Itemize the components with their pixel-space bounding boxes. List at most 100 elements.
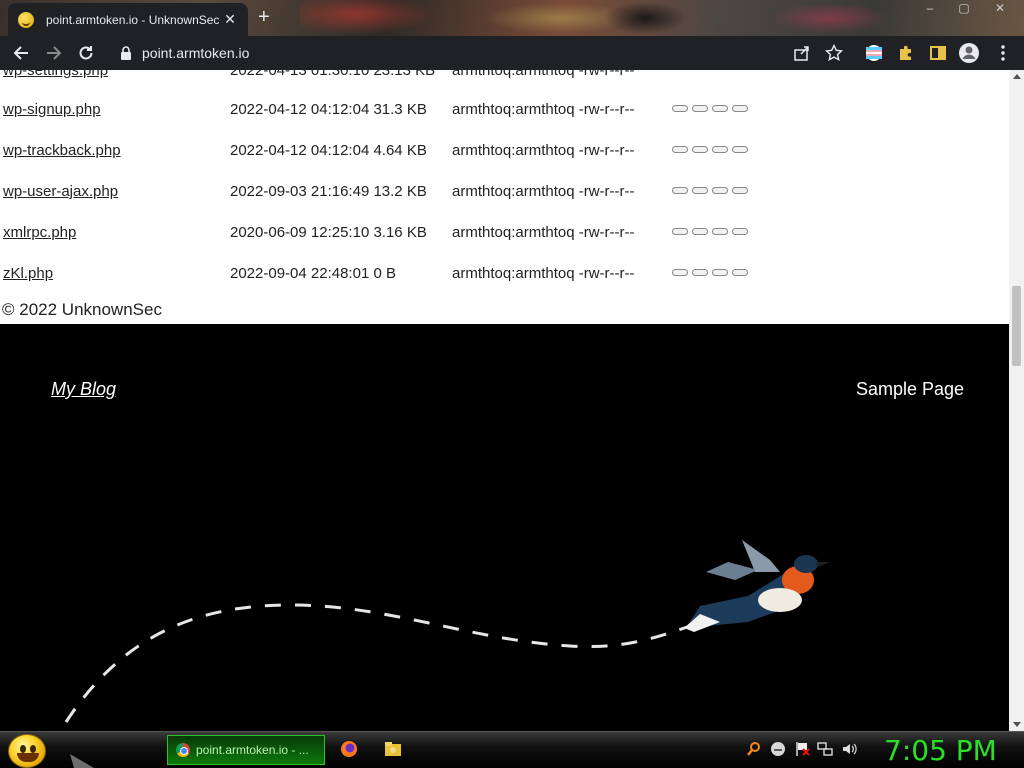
profile-button[interactable] (957, 41, 981, 65)
search-icon[interactable] (746, 741, 762, 757)
scroll-up-arrow-icon[interactable] (1013, 74, 1021, 79)
url-text[interactable]: point.armtoken.io (142, 45, 249, 61)
file-date-size: 2022-09-03 21:16:49 13.2 KB (230, 183, 427, 200)
file-name-link[interactable]: wp-settings.php (3, 70, 108, 79)
file-action-buttons (672, 146, 748, 153)
flag-extension-icon (866, 45, 882, 61)
file-name-link[interactable]: xmlrpc.php (3, 224, 76, 241)
tab-close-icon[interactable]: ✕ (222, 11, 238, 28)
theme-paint-splash (600, 0, 690, 36)
browser-toolbar: point.armtoken.io (0, 36, 1024, 70)
file-action-buttons (672, 105, 748, 112)
action-button[interactable] (712, 228, 728, 235)
file-owner-perms: armthtoq:armthtoq -rw-r--r-- (452, 265, 635, 282)
action-button[interactable] (732, 269, 748, 276)
file-owner-perms: armthtoq:armthtoq -rw-r--r-- (452, 183, 635, 200)
browser-menu-button[interactable] (991, 41, 1015, 65)
back-arrow-icon (13, 46, 28, 60)
new-tab-button[interactable]: + (258, 6, 270, 28)
file-listing: wp-settings.php 2022-04-13 01:30:10 23.1… (0, 70, 1009, 324)
action-button[interactable] (732, 228, 748, 235)
file-date-size: 2022-04-12 04:12:04 31.3 KB (230, 101, 427, 118)
side-panel-button[interactable] (926, 41, 950, 65)
reload-button[interactable] (74, 41, 98, 65)
file-row: xmlrpc.php 2020-06-09 12:25:10 3.16 KB a… (0, 224, 1009, 246)
action-button[interactable] (672, 269, 688, 276)
file-name-link[interactable]: wp-user-ajax.php (3, 183, 118, 200)
file-action-buttons (672, 228, 748, 235)
file-row: zKl.php 2022-09-04 22:48:01 0 B armthtoq… (0, 265, 1009, 287)
taskbar-window-label: point.armtoken.io - ... (196, 743, 309, 757)
taskbar-chrome-window[interactable]: point.armtoken.io - ... (167, 735, 325, 765)
back-button[interactable] (9, 41, 33, 65)
browser-tab-active[interactable]: point.armtoken.io - UnknownSec ✕ (8, 3, 248, 36)
address-bar[interactable]: point.armtoken.io (108, 39, 858, 67)
action-button[interactable] (692, 228, 708, 235)
file-owner-perms: armthtoq:armthtoq -rw-r--r-- (452, 70, 635, 79)
copyright-text: © 2022 UnknownSec (2, 300, 162, 319)
lock-icon[interactable] (120, 46, 132, 60)
file-date-size: 2020-06-09 12:25:10 3.16 KB (230, 224, 427, 241)
action-button[interactable] (692, 146, 708, 153)
chrome-icon (176, 743, 190, 757)
share-icon (794, 46, 809, 61)
cursor-arrow-icon (70, 754, 94, 768)
messenger-smiley-icon[interactable] (770, 741, 786, 757)
action-button[interactable] (712, 105, 728, 112)
nav-link-sample-page[interactable]: Sample Page (856, 379, 964, 400)
scrollbar-thumb[interactable] (1012, 286, 1021, 366)
action-button[interactable] (732, 146, 748, 153)
action-button[interactable] (692, 187, 708, 194)
reload-icon (79, 46, 93, 60)
file-name-link[interactable]: zKl.php (3, 265, 53, 282)
smiley-mouth (17, 753, 39, 762)
theme-paint-splash (760, 0, 900, 36)
file-name-link[interactable]: wp-trackback.php (3, 142, 121, 159)
file-owner-perms: armthtoq:armthtoq -rw-r--r-- (452, 224, 635, 241)
action-button[interactable] (732, 187, 748, 194)
file-explorer-icon[interactable] (384, 740, 402, 758)
bird-flight-illustration (64, 540, 830, 723)
volume-icon[interactable] (841, 741, 857, 757)
puzzle-icon (900, 45, 911, 60)
action-button[interactable] (672, 228, 688, 235)
action-button[interactable] (692, 105, 708, 112)
action-button[interactable] (732, 105, 748, 112)
file-owner-perms: armthtoq:armthtoq -rw-r--r-- (452, 101, 635, 118)
side-panel-icon (930, 46, 946, 60)
start-button-smiley-icon[interactable] (8, 734, 46, 768)
file-owner-perms: armthtoq:armthtoq -rw-r--r-- (452, 142, 635, 159)
page-viewport: wp-settings.php 2022-04-13 01:30:10 23.1… (0, 70, 1009, 731)
share-button[interactable] (790, 41, 814, 65)
action-button[interactable] (712, 146, 728, 153)
forward-button[interactable] (42, 41, 66, 65)
action-button[interactable] (712, 187, 728, 194)
page-scrollbar[interactable] (1009, 70, 1024, 731)
file-name-link[interactable]: wp-signup.php (3, 101, 101, 118)
extensions-button[interactable] (894, 41, 918, 65)
file-action-buttons (672, 269, 748, 276)
star-icon (825, 44, 843, 62)
action-button[interactable] (672, 105, 688, 112)
kebab-menu-icon (1001, 45, 1005, 61)
firefox-icon[interactable] (340, 740, 358, 758)
window-close-button[interactable]: ✕ (980, 0, 1020, 18)
theme-paint-splash (300, 0, 440, 36)
action-center-flag-icon[interactable] (794, 741, 810, 757)
action-button[interactable] (672, 146, 688, 153)
extension-flag-button[interactable] (862, 41, 886, 65)
action-button[interactable] (672, 187, 688, 194)
maximize-button[interactable]: ▢ (944, 0, 984, 18)
action-button[interactable] (712, 269, 728, 276)
scroll-down-arrow-icon[interactable] (1013, 722, 1021, 727)
bookmark-star-button[interactable] (822, 41, 846, 65)
nav-link-my-blog[interactable]: My Blog (51, 379, 116, 400)
tab-strip: point.armtoken.io - UnknownSec ✕ + – ▢ ✕ (0, 0, 1024, 36)
action-button[interactable] (692, 269, 708, 276)
forward-arrow-icon (47, 46, 62, 60)
smiley-eye (20, 745, 26, 753)
network-icon[interactable] (817, 741, 833, 757)
smiley-favicon-icon (18, 11, 34, 28)
taskbar-clock[interactable]: 7:05 PM (884, 732, 997, 768)
tab-title: point.armtoken.io - UnknownSec (46, 12, 220, 27)
